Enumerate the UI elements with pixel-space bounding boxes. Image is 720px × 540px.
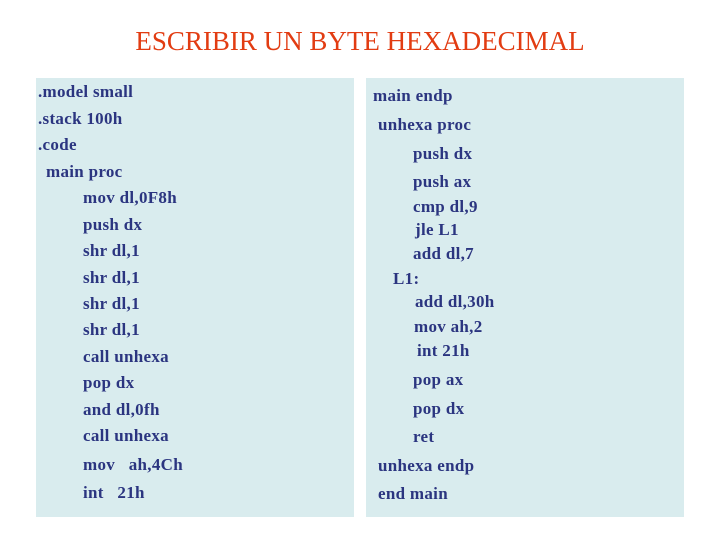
code-line: .code xyxy=(38,135,77,154)
code-line: mov ah,4Ch xyxy=(83,455,183,474)
code-line: shr dl,1 xyxy=(83,268,140,287)
code-line: int 21h xyxy=(83,483,145,502)
code-line: shr dl,1 xyxy=(83,320,140,339)
code-line: shr dl,1 xyxy=(83,241,140,260)
code-line: add dl,30h xyxy=(415,292,495,311)
code-line: jle L1 xyxy=(415,220,459,239)
code-line: cmp dl,9 xyxy=(413,197,478,216)
code-line: add dl,7 xyxy=(413,244,474,263)
code-label: L1: xyxy=(393,269,420,288)
code-line: shr dl,1 xyxy=(83,294,140,313)
code-line: end main xyxy=(378,484,448,503)
code-line: .model small xyxy=(38,82,134,101)
code-line: pop dx xyxy=(413,399,465,418)
code-panel-main: .model small .stack 100h .code main proc… xyxy=(36,78,354,517)
code-line: pop ax xyxy=(413,370,464,389)
code-line: call unhexa xyxy=(83,426,169,445)
code-line: main proc xyxy=(46,162,123,181)
code-line: push ax xyxy=(413,172,472,191)
code-line: unhexa endp xyxy=(378,456,475,475)
code-line: int 21h xyxy=(417,341,470,360)
code-line: mov ah,2 xyxy=(414,317,483,336)
code-panel-unhexa: main endp unhexa proc push dx push ax cm… xyxy=(366,78,684,517)
code-line: and dl,0fh xyxy=(83,400,160,419)
code-line: push dx xyxy=(413,144,473,163)
code-line: ret xyxy=(413,427,435,446)
code-line: .stack 100h xyxy=(38,109,123,128)
code-line: unhexa proc xyxy=(378,115,472,134)
code-line: pop dx xyxy=(83,373,135,392)
code-line: push dx xyxy=(83,215,143,234)
slide-title: ESCRIBIR UN BYTE HEXADECIMAL xyxy=(135,26,585,56)
code-line: mov dl,0F8h xyxy=(83,188,177,207)
code-line: main endp xyxy=(373,86,453,105)
code-line: call unhexa xyxy=(83,347,169,366)
